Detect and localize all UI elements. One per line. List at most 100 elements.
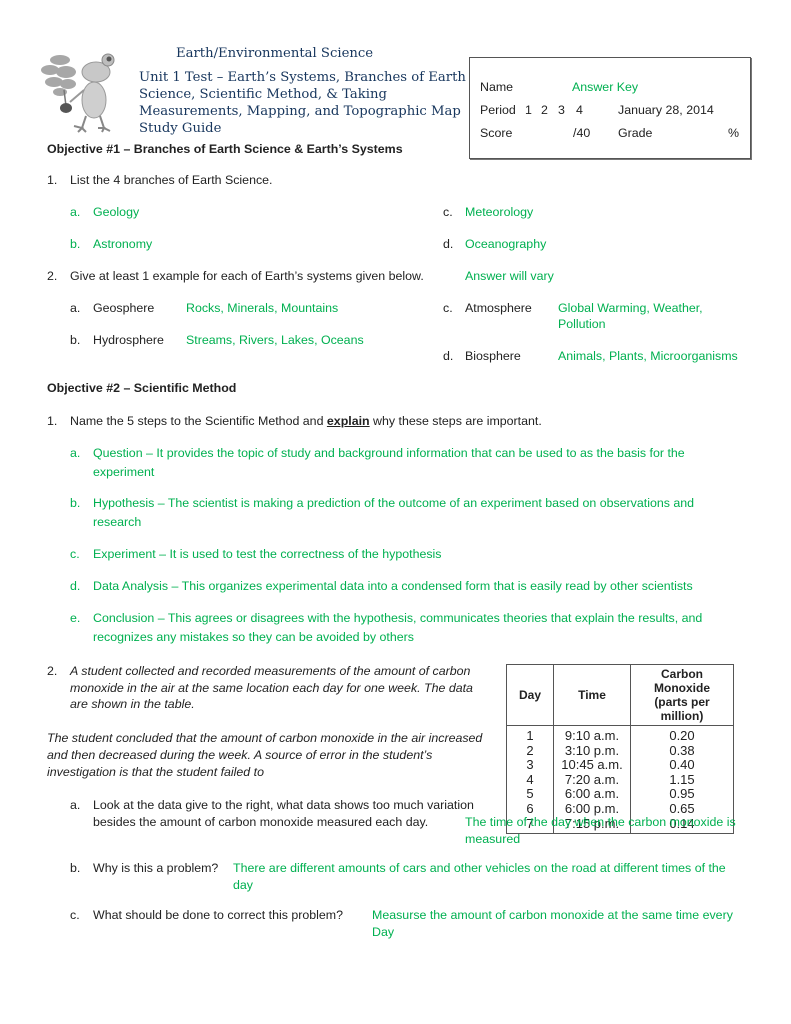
- branch-c-letter: c.: [443, 205, 453, 219]
- step-a-letter: a.: [70, 446, 81, 460]
- system-d-label: Biosphere: [465, 349, 521, 363]
- table-header-row: Day Time Carbon Monoxide (parts per milli…: [506, 664, 734, 726]
- carbon-monoxide-table: Day Time Carbon Monoxide (parts per milli…: [506, 664, 734, 835]
- cell-day: 1: [506, 725, 554, 744]
- step-e-line1: Conclusion – This agrees or disagrees wi…: [93, 611, 703, 625]
- branch-d-answer: Oceanography: [465, 237, 547, 251]
- step-b-letter: b.: [70, 496, 81, 510]
- cell-carbon-monoxide: 0.20: [630, 725, 734, 744]
- subq-b-letter: b.: [70, 861, 81, 875]
- obj2-q1-text-before: Name the 5 steps to the Scientific Metho…: [70, 414, 327, 428]
- obj2-q2-prompt-line3: are shown in the table.: [70, 697, 195, 711]
- obj2-q1-emphasis: explain: [326, 414, 370, 428]
- period-option-1: 1: [525, 103, 532, 117]
- branch-c-answer: Meteorology: [465, 205, 534, 219]
- subq-a-letter: a.: [70, 798, 81, 812]
- period-option-4: 4: [576, 103, 583, 117]
- subq-a-answer-line2: measured: [465, 832, 521, 846]
- course-subject: Earth/Environmental Science: [176, 46, 374, 61]
- cell-time: 7:20 a.m.: [553, 772, 631, 788]
- date: January 28, 2014: [618, 103, 714, 117]
- subq-c-answer-line2: Day: [372, 925, 395, 939]
- subq-a-question-line2: besides the amount of carbon monoxide me…: [93, 815, 429, 829]
- table-row: 2 3:10 p.m. 0.38: [506, 743, 734, 759]
- subq-b-answer-line1: There are different amounts of cars and …: [233, 861, 726, 875]
- system-d-answer: Animals, Plants, Microorganisms: [558, 349, 738, 363]
- obj1-q2-note: Answer will vary: [465, 269, 554, 283]
- branch-b-answer: Astronomy: [93, 237, 153, 251]
- cell-carbon-monoxide: 0.40: [630, 758, 734, 773]
- step-c-line1: Experiment – It is used to test the corr…: [93, 547, 442, 561]
- grade-label: Grade: [618, 126, 653, 140]
- subq-b-question: Why is this a problem?: [93, 861, 219, 875]
- branch-a-letter: a.: [70, 205, 81, 219]
- step-a-line2: experiment: [93, 465, 155, 479]
- document-title: Unit 1 Test – Earth’s Systems, Branches …: [139, 70, 466, 136]
- cell-day: 3: [506, 758, 554, 773]
- step-e-letter: e.: [70, 611, 81, 625]
- obj2-q2-prompt-line2: monoxide in the air at the same location…: [70, 681, 473, 695]
- obj2-q2-conclusion-line2: and then decreased during the week. A so…: [47, 748, 433, 762]
- branch-d-letter: d.: [443, 237, 454, 251]
- subq-a-question-line1: Look at the data give to the right, what…: [93, 798, 474, 812]
- system-c-letter: c.: [443, 301, 453, 315]
- col-header-carbon-monoxide: Carbon Monoxide (parts per million): [630, 664, 734, 726]
- system-a-label: Geosphere: [93, 301, 155, 315]
- subq-c-letter: c.: [70, 908, 80, 922]
- obj2-q2-conclusion-line3: investigation is that the student failed…: [47, 765, 264, 779]
- name-value: Answer Key: [572, 80, 639, 94]
- step-d-line1: Data Analysis – This organizes experimen…: [93, 579, 693, 593]
- system-c-answer-line1: Global Warming, Weather,: [558, 301, 703, 315]
- system-d-letter: d.: [443, 349, 454, 363]
- cell-carbon-monoxide: 1.15: [630, 772, 734, 788]
- cell-time: 10:45 a.m.: [553, 758, 631, 773]
- col-header-time: Time: [553, 664, 631, 726]
- table-row: 3 10:45 a.m. 0.40: [506, 758, 734, 773]
- period-option-2: 2: [541, 103, 548, 117]
- system-c-answer-line2: Pollution: [558, 317, 606, 331]
- name-label: Name: [480, 80, 514, 94]
- cell-time: 9:10 a.m.: [553, 725, 631, 744]
- cell-carbon-monoxide: 0.38: [630, 743, 734, 759]
- step-c-letter: c.: [70, 547, 80, 561]
- subq-c-answer-line1: Measurse the amount of carbon monoxide a…: [372, 908, 733, 922]
- cell-time: 6:00 a.m.: [553, 787, 631, 802]
- step-e-line2: recognizes any mistakes so they can be a…: [93, 630, 414, 644]
- cell-day: 5: [506, 787, 554, 802]
- obj1-q1-number: 1.: [47, 173, 58, 187]
- obj2-q2-number: 2.: [47, 664, 58, 678]
- col-header-day: Day: [506, 664, 554, 726]
- system-b-letter: b.: [70, 333, 81, 347]
- grade-percent: %: [728, 126, 740, 140]
- system-a-answer: Rocks, Minerals, Mountains: [186, 301, 339, 315]
- obj2-q1-text: Name the 5 steps to the Scientific Metho…: [70, 414, 542, 428]
- obj2-q1-number: 1.: [47, 414, 58, 428]
- table-row: 4 7:20 a.m. 1.15: [506, 772, 734, 788]
- subq-c-question: What should be done to correct this prob…: [93, 908, 344, 922]
- obj1-q2-number: 2.: [47, 269, 58, 283]
- table-row: 5 6:00 a.m. 0.95: [506, 787, 734, 802]
- cell-day: 2: [506, 743, 554, 759]
- score-label: Score: [480, 126, 513, 140]
- cell-day: 4: [506, 772, 554, 788]
- cell-carbon-monoxide: 0.95: [630, 787, 734, 802]
- period-option-3: 3: [558, 103, 565, 117]
- step-a-line1: Question – It provides the topic of stud…: [93, 446, 685, 460]
- step-b-line1: Hypothesis – The scientist is making a p…: [93, 496, 695, 510]
- obj1-q2-text: Give at least 1 example for each of Eart…: [70, 269, 424, 283]
- system-c-label: Atmosphere: [465, 301, 532, 315]
- system-a-letter: a.: [70, 301, 81, 315]
- subq-b-answer-line2: day: [233, 878, 253, 892]
- step-b-line2: research: [93, 515, 142, 529]
- obj1-q1-text: List the 4 branches of Earth Science.: [70, 173, 273, 187]
- table-row: 1 9:10 a.m. 0.20: [506, 725, 734, 744]
- branch-a-answer: Geology: [93, 205, 140, 219]
- student-info-box: Name Answer Key Period 1 2 3 4 January 2…: [469, 57, 751, 159]
- period-label: Period: [480, 103, 516, 117]
- subq-a-answer-line1: The time of the day when the carbon mono…: [465, 815, 736, 829]
- branch-b-letter: b.: [70, 237, 81, 251]
- obj2-q1-text-after: why these steps are important.: [369, 414, 542, 428]
- frog-holding-plant-icon: [38, 44, 130, 134]
- system-b-answer: Streams, Rivers, Lakes, Oceans: [186, 333, 364, 347]
- system-b-label: Hydrosphere: [93, 333, 164, 347]
